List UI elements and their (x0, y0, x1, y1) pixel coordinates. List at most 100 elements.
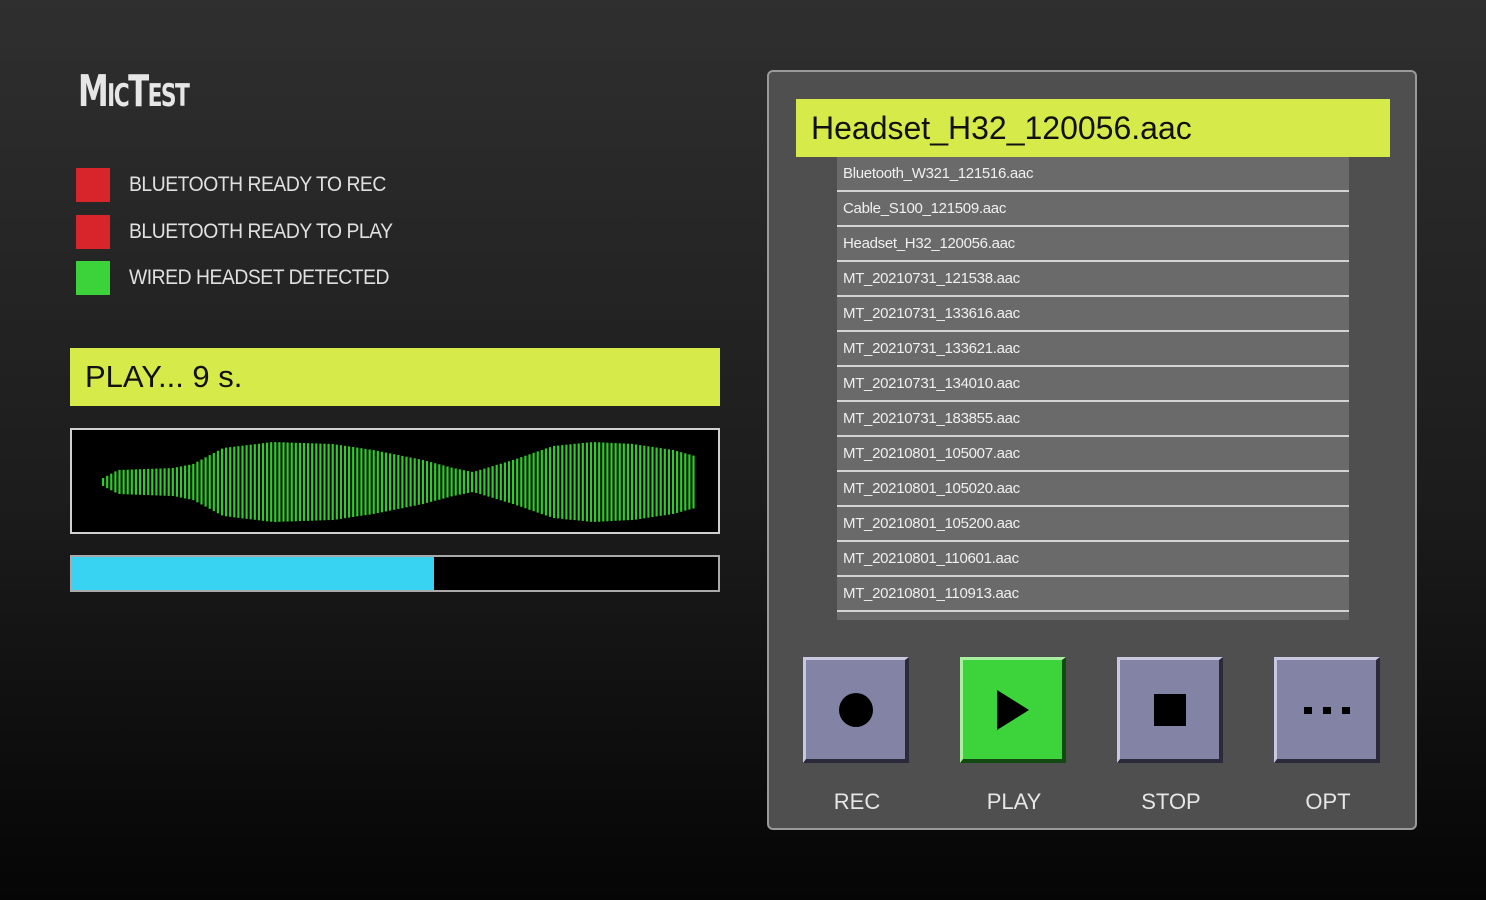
waveform-bar (577, 443, 580, 521)
waveform-bar (499, 463, 502, 501)
status-led (76, 214, 110, 249)
waveform-bar (643, 445, 646, 519)
waveform-bar (348, 446, 351, 518)
waveform-bar (343, 445, 347, 519)
selected-file-name[interactable]: Headset_H32_120056.aac (796, 99, 1390, 157)
rec-label: REC (833, 789, 881, 814)
rec-control: REC (803, 657, 911, 815)
file-list-item[interactable]: MT_20210731_133616.aac (837, 297, 1349, 332)
waveform-bar (487, 467, 490, 497)
waveform-bar (635, 444, 638, 520)
file-list-item[interactable]: MT_20210801_105007.aac (837, 437, 1349, 472)
waveform-bar (188, 464, 191, 500)
waveform-bar (589, 442, 593, 522)
waveform-bar (581, 443, 584, 521)
play-control: PLAY (960, 657, 1068, 815)
play-icon (996, 689, 1029, 730)
waveform-bar (512, 460, 515, 504)
waveform-bar (233, 446, 236, 518)
waveform-bar (372, 450, 375, 514)
file-list-item[interactable]: MT_20210801_105200.aac (837, 507, 1349, 542)
waveform-bar (483, 468, 486, 496)
waveform-bar (458, 469, 461, 495)
stop-button[interactable] (1117, 657, 1223, 763)
waveform-bar (466, 471, 470, 493)
waveform-bar (528, 454, 531, 510)
waveform-bar (237, 446, 240, 518)
waveform-bar (684, 453, 687, 511)
waveform-bar (266, 442, 269, 522)
waveform-bar (298, 442, 301, 522)
file-list-item[interactable]: Headset_H32_120056.aac (837, 227, 1349, 262)
file-list-item[interactable]: MT_20210731_183855.aac (837, 402, 1349, 437)
file-list-item[interactable]: Cable_S100_121509.aac (837, 192, 1349, 227)
waveform-display (70, 428, 720, 534)
waveform-bar (380, 451, 383, 513)
status-indicator-label: BLUETOOTH READY TO PLAY (129, 219, 393, 243)
waveform-bar (438, 464, 441, 500)
waveform-bar (434, 463, 437, 501)
waveform-bar (442, 465, 445, 499)
file-list-item[interactable]: MT_20210801_110601.aac (837, 542, 1349, 577)
waveform-bar (667, 449, 670, 515)
waveform-graphic (102, 442, 695, 522)
waveform-bar (220, 448, 224, 516)
play-label: PLAY (986, 789, 1042, 814)
opt-button[interactable] (1274, 657, 1380, 763)
stop-control: STOP (1117, 657, 1225, 815)
waveform-bar (630, 443, 634, 520)
file-list-item[interactable]: Bluetooth_W321_121516.aac (837, 157, 1349, 192)
waveform-bar (360, 448, 363, 516)
waveform-bar (626, 443, 629, 521)
status-indicator-wired-headset: WIRED HEADSET DETECTED (76, 261, 416, 295)
transport-controls: REC PLAY STOP OPT (803, 657, 1383, 817)
playback-status: PLAY... 9 s. (70, 348, 720, 406)
app-title: MicTest (78, 66, 190, 117)
status-led (76, 261, 110, 295)
waveform-bar (421, 460, 424, 505)
waveform-bar (663, 448, 666, 516)
file-list-item[interactable]: MT_20210731_134010.aac (837, 367, 1349, 402)
waveform-bar (192, 463, 195, 501)
file-list-item[interactable]: MT_20210801_110913.aac (837, 577, 1349, 612)
waveform-bar (274, 442, 277, 522)
waveform-bar (569, 444, 572, 520)
waveform-bar (688, 454, 691, 510)
waveform-bar (594, 442, 597, 522)
waveform-bar (245, 445, 248, 519)
more-icon (1303, 706, 1350, 714)
file-list-item[interactable]: MT_20210801_105020.aac (837, 472, 1349, 507)
waveform-bar (278, 442, 281, 522)
waveform-bar (147, 468, 150, 496)
waveform-bar (212, 453, 215, 512)
status-indicator-label: WIRED HEADSET DETECTED (129, 266, 390, 289)
waveform-bar (249, 444, 252, 520)
status-indicator-bluetooth-rec: BLUETOOTH READY TO REC (76, 168, 416, 202)
waveform-bar (524, 455, 527, 509)
waveform-bar (290, 442, 293, 522)
file-list-item[interactable]: MT_20210731_121538.aac (837, 262, 1349, 297)
waveform-bar (516, 458, 519, 506)
waveform-bar (241, 445, 244, 519)
waveform-bar (393, 454, 396, 510)
waveform-bar (401, 455, 404, 509)
waveform-bar (118, 469, 121, 494)
record-icon (838, 692, 873, 727)
file-list[interactable]: Bluetooth_W321_121516.aac Cable_S100_1215… (837, 157, 1349, 620)
play-button[interactable] (960, 657, 1066, 763)
progress-fill (72, 557, 434, 590)
waveform-bar (618, 443, 621, 521)
status-indicator-list: BLUETOOTH READY TO REC BLUETOOTH READY T… (76, 168, 416, 308)
waveform-bar (647, 446, 650, 518)
opt-control: OPT (1274, 657, 1382, 815)
waveform-bar (639, 445, 642, 519)
waveform-bar (495, 464, 498, 500)
waveform-bar (339, 445, 342, 519)
playback-progress-bar[interactable] (70, 555, 720, 592)
waveform-bar (676, 451, 679, 513)
waveform-bar (253, 444, 256, 520)
waveform-bar (507, 461, 511, 503)
waveform-bar (175, 467, 178, 497)
rec-button[interactable] (803, 657, 909, 763)
file-list-item[interactable]: MT_20210731_133621.aac (837, 332, 1349, 367)
